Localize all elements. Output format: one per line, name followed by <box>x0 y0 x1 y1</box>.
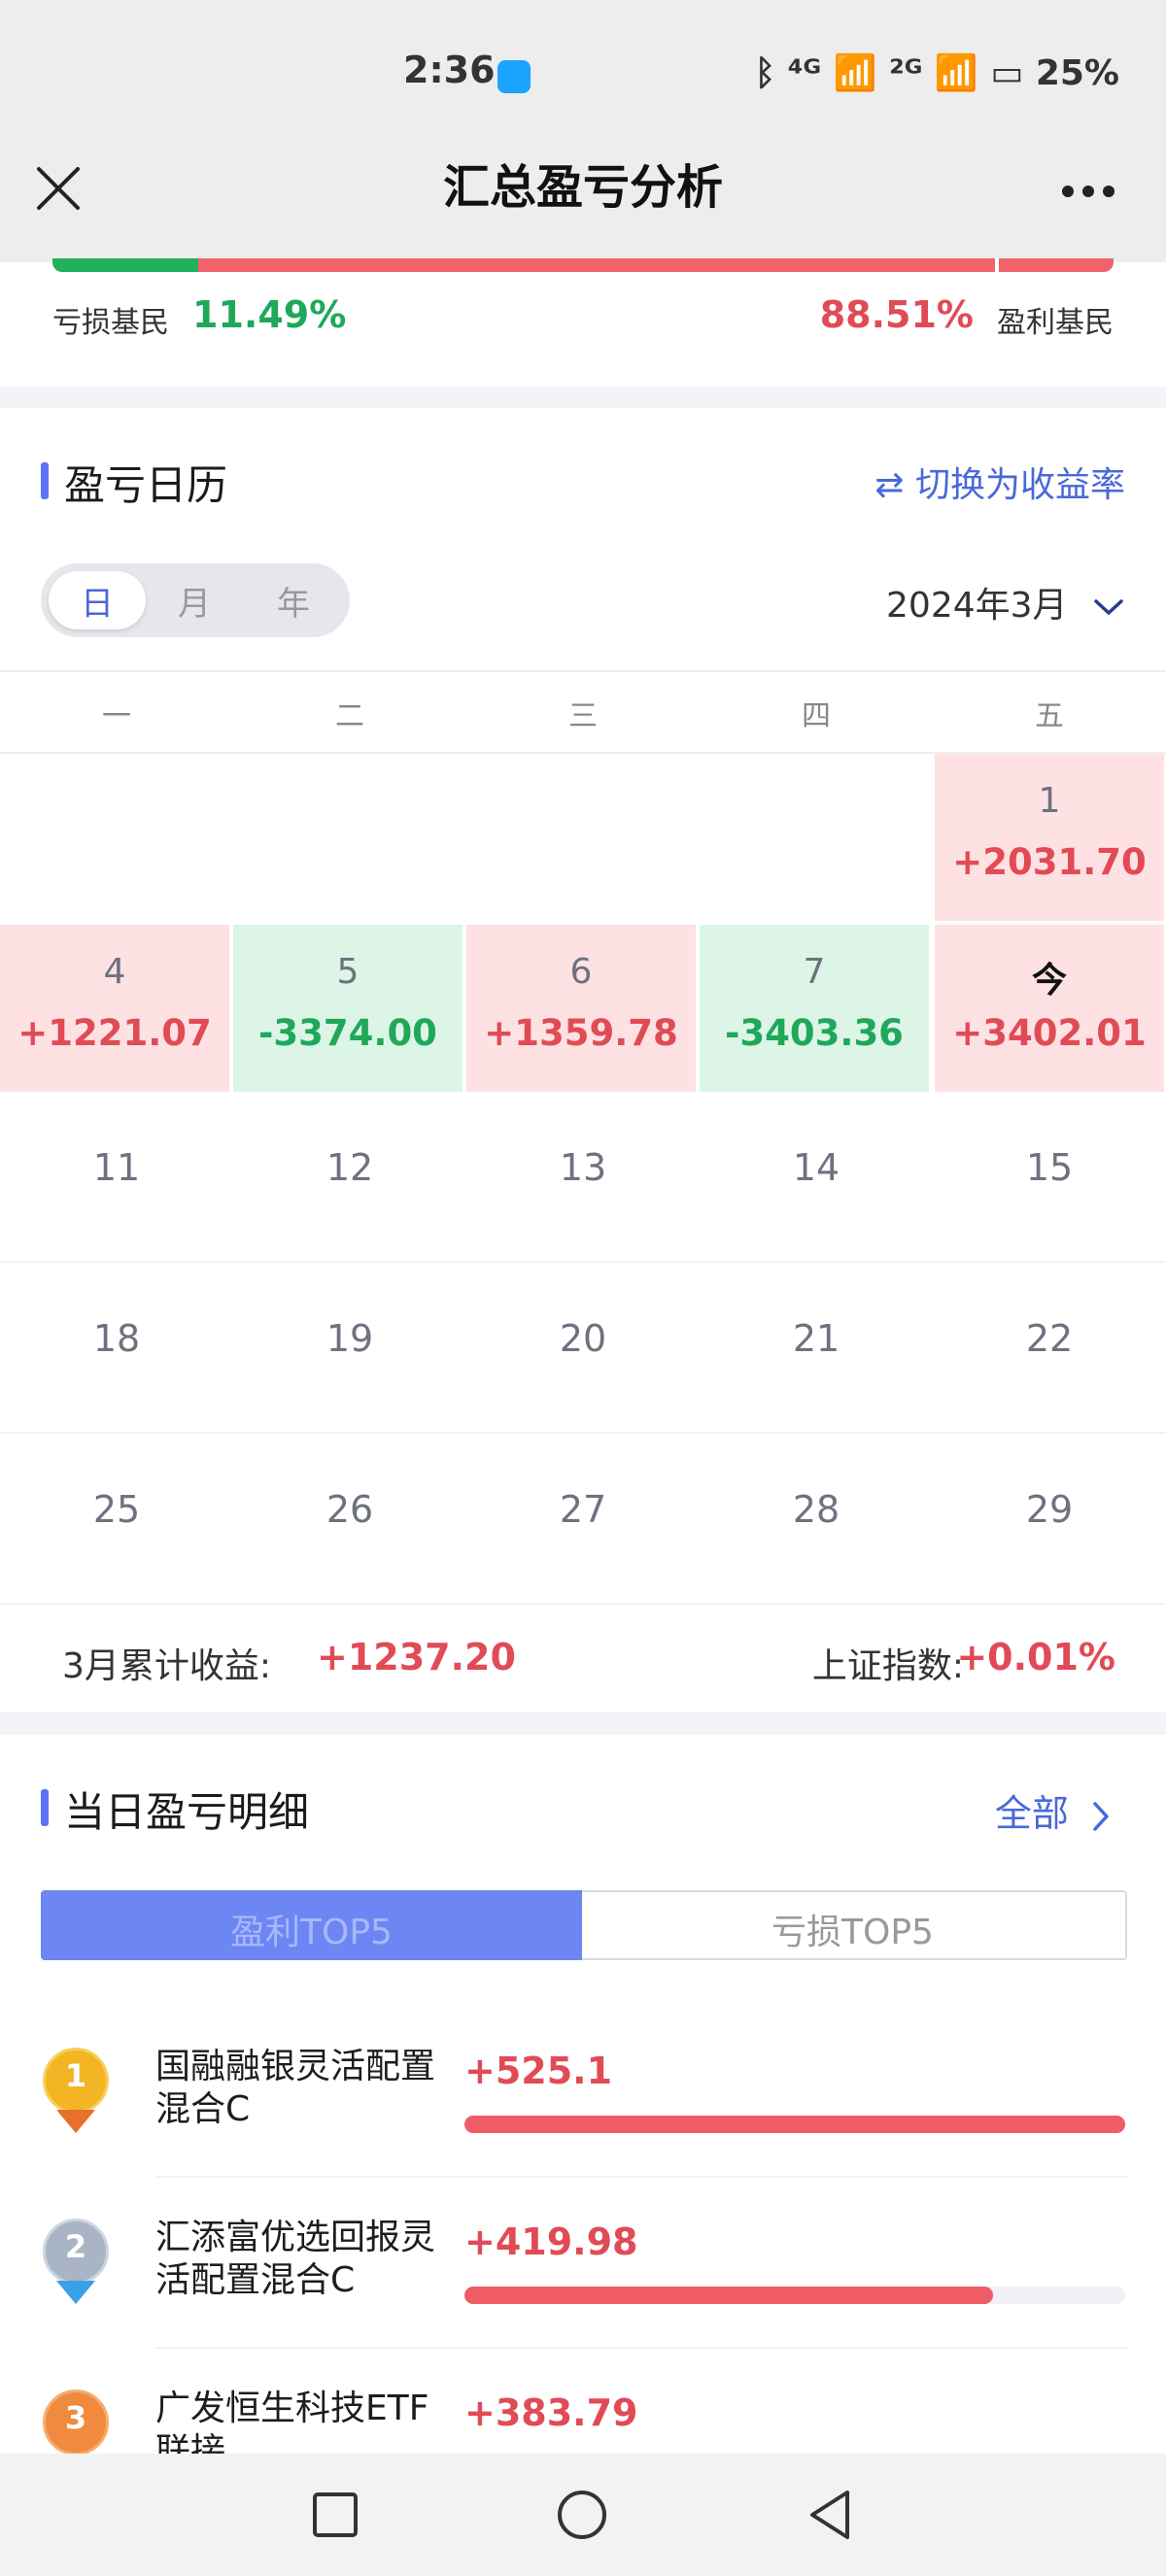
profit-share-bar <box>198 258 1114 272</box>
day-pnl: +1359.78 <box>484 1012 678 1054</box>
sse-index-label: 上证指数: <box>811 1646 964 1686</box>
row-divider <box>0 1432 1166 1434</box>
nav-home-icon[interactable] <box>556 2489 608 2541</box>
day-number: 7 <box>803 952 826 992</box>
day-pnl: -3374.00 <box>258 1012 437 1054</box>
view-all-link[interactable]: 全部 <box>995 1783 1112 1837</box>
app-notification-icon <box>497 60 531 93</box>
weekday-tue: 二 <box>335 699 364 733</box>
fund-name[interactable]: 国融融银灵活配置混合C <box>155 2046 447 2131</box>
calendar-day[interactable]: 29 <box>933 1488 1166 1531</box>
calendar-day[interactable]: 12 <box>233 1146 466 1189</box>
status-indicators: ᛒ ⁴ᴳ 📶 ²ᴳ 📶 ▭ 25% <box>754 53 1119 93</box>
nav-square-icon[interactable] <box>311 2491 360 2539</box>
calendar-day[interactable]: 26 <box>233 1488 466 1531</box>
calendar-day-cell[interactable] <box>466 925 696 1092</box>
calendar-day[interactable]: 13 <box>466 1146 700 1189</box>
profit-investors-label: 盈利基民 <box>997 306 1114 340</box>
day-pnl: +2031.70 <box>952 841 1147 883</box>
detail-title: 当日盈亏明细 <box>64 1788 310 1836</box>
weekday-fri: 五 <box>1035 699 1064 733</box>
distribution-card <box>0 262 1166 387</box>
pnl-bar-fill <box>464 2116 1125 2133</box>
fund-pnl: +525.1 <box>464 2050 613 2092</box>
calendar-day[interactable]: 20 <box>466 1317 700 1360</box>
row-divider <box>155 2176 1127 2178</box>
pnl-bar-fill <box>464 2287 993 2304</box>
segment-month[interactable]: 月 <box>146 577 243 625</box>
rank-number: 1 <box>64 2057 87 2094</box>
monthly-cumulative-value: +1237.20 <box>317 1636 516 1678</box>
rank-number: 3 <box>64 2399 87 2436</box>
medal-ribbon <box>56 2110 95 2133</box>
calendar-day-cell-today[interactable] <box>935 925 1164 1092</box>
chevron-down-icon <box>1094 599 1123 615</box>
calendar-title: 盈亏日历 <box>64 461 228 509</box>
calendar-day-cell[interactable] <box>0 925 229 1092</box>
status-time: 2:36 <box>403 49 496 91</box>
profit-investors-value: 88.51% <box>819 293 974 336</box>
day-number-today: 今 <box>1031 961 1067 1000</box>
month-picker[interactable]: 2024年3月 <box>886 577 1125 627</box>
calendar-day[interactable]: 14 <box>700 1146 933 1189</box>
bar-divider <box>995 258 999 272</box>
medal-ribbon <box>56 2281 95 2304</box>
calendar-day[interactable]: 21 <box>700 1317 933 1360</box>
rank-number: 2 <box>64 2228 87 2265</box>
fund-pnl: +383.79 <box>464 2391 638 2434</box>
day-number: 4 <box>103 952 126 992</box>
day-pnl: -3403.36 <box>725 1012 904 1054</box>
fund-name[interactable]: 汇添富优选回报灵活配置混合C <box>155 2217 447 2302</box>
view-all-label: 全部 <box>994 1792 1069 1835</box>
fund-pnl: +419.98 <box>464 2220 638 2263</box>
tab-loss-top5[interactable]: 亏损TOP5 <box>582 1904 1123 1954</box>
loss-investors-label: 亏损基民 <box>52 306 169 340</box>
segment-day[interactable]: 日 <box>49 577 146 625</box>
sse-index-value: +0.01% <box>956 1636 1115 1678</box>
calendar-day[interactable]: 18 <box>0 1317 233 1360</box>
day-number: 5 <box>336 952 360 992</box>
tab-profit-top5[interactable]: 盈利TOP5 <box>41 1904 582 1954</box>
nav-back-icon[interactable] <box>806 2489 853 2541</box>
section-accent-bar <box>41 462 49 499</box>
calendar-day[interactable]: 22 <box>933 1317 1166 1360</box>
day-number: 1 <box>1038 781 1061 821</box>
weekday-mon: 一 <box>102 699 131 733</box>
calendar-day-cell[interactable] <box>700 925 929 1092</box>
calendar-day[interactable]: 28 <box>700 1488 933 1531</box>
day-number: 6 <box>569 952 593 992</box>
month-label: 2024年3月 <box>886 586 1068 626</box>
more-icon[interactable] <box>1061 185 1115 198</box>
calendar-day[interactable]: 11 <box>0 1146 233 1189</box>
monthly-cumulative-label: 3月累计收益: <box>62 1646 272 1686</box>
day-pnl: +3402.01 <box>952 1012 1147 1054</box>
row-divider <box>0 1261 1166 1263</box>
page-title: 汇总盈亏分析 <box>442 160 723 215</box>
switch-to-rate-link[interactable]: ⇄ 切换为收益率 <box>874 457 1125 507</box>
day-pnl: +1221.07 <box>17 1012 212 1054</box>
calendar-day[interactable]: 25 <box>0 1488 233 1531</box>
loss-investors-value: 11.49% <box>192 293 347 336</box>
weekday-thu: 四 <box>802 699 831 733</box>
segment-year[interactable]: 年 <box>245 577 342 625</box>
row-divider <box>155 2347 1127 2349</box>
calendar-day-cell[interactable] <box>935 754 1164 921</box>
weekday-wed: 三 <box>568 699 598 733</box>
calendar-day[interactable]: 27 <box>466 1488 700 1531</box>
calendar-day[interactable]: 15 <box>933 1146 1166 1189</box>
calendar-day-cell[interactable] <box>233 925 463 1092</box>
loss-share-bar <box>52 258 198 272</box>
section-accent-bar <box>41 1789 49 1826</box>
calendar-day[interactable]: 19 <box>233 1317 466 1360</box>
row-divider <box>0 1603 1166 1605</box>
chevron-right-icon <box>1093 1801 1109 1831</box>
